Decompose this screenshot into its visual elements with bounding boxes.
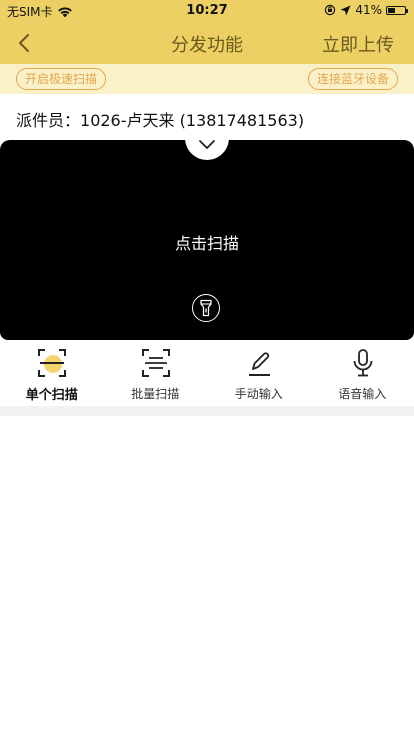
tab-single-scan[interactable]: 单个扫描: [0, 340, 104, 406]
scanner-area[interactable]: 点击扫描: [0, 130, 414, 340]
tab-voice-input[interactable]: 语音输入: [311, 340, 414, 406]
battery-icon: [386, 5, 408, 15]
collapse-scanner-button[interactable]: [185, 130, 229, 160]
tab-manual-input[interactable]: 手动输入: [207, 340, 311, 406]
status-bar: 无SIM卡 10:27 41%: [0, 0, 414, 22]
microphone-icon: [353, 349, 372, 377]
tab-batch-scan-label: 批量扫描: [131, 387, 180, 401]
fast-scan-toggle[interactable]: 开启极速扫描: [16, 68, 107, 90]
tap-to-scan-label[interactable]: 点击扫描: [0, 230, 414, 254]
location-arrow-icon: [340, 5, 351, 15]
battery-level: [388, 7, 395, 13]
connect-bluetooth-button[interactable]: 连接蓝牙设备: [307, 68, 398, 90]
courier-label: 派件员：: [16, 111, 81, 130]
option-bar: 开启极速扫描 连接蓝牙设备: [0, 64, 414, 94]
flashlight-icon: [200, 299, 212, 317]
navigation-bar: 分发功能 立即上传: [0, 22, 414, 64]
distribution-screen: 无SIM卡 10:27 41% 分发功能 立即上传 开启极速扫描 连接蓝牙设备 …: [0, 0, 414, 736]
upload-now-button[interactable]: 立即上传: [322, 31, 394, 57]
tab-batch-scan[interactable]: 批量扫描: [104, 340, 208, 406]
section-divider: [0, 406, 414, 416]
battery-percent: 41%: [355, 3, 382, 17]
scan-mode-tabs: 单个扫描 批量扫描 手动输入 语音输入: [0, 340, 414, 406]
batch-scan-icon: [141, 349, 170, 377]
tab-single-scan-label: 单个扫描: [25, 388, 78, 403]
orientation-lock-icon: [325, 4, 336, 16]
status-right: 41%: [324, 3, 408, 17]
tab-voice-input-label: 语音输入: [338, 387, 387, 401]
courier-value: 1026-卢天来 (13817481563): [80, 111, 305, 130]
chevron-down-icon: [199, 140, 215, 149]
single-scan-icon: [38, 349, 66, 377]
courier-info: 派件员：1026-卢天来 (13817481563): [16, 107, 304, 131]
pen-icon: [249, 352, 270, 376]
tab-manual-input-label: 手动输入: [234, 387, 283, 401]
flashlight-button[interactable]: [192, 294, 220, 322]
